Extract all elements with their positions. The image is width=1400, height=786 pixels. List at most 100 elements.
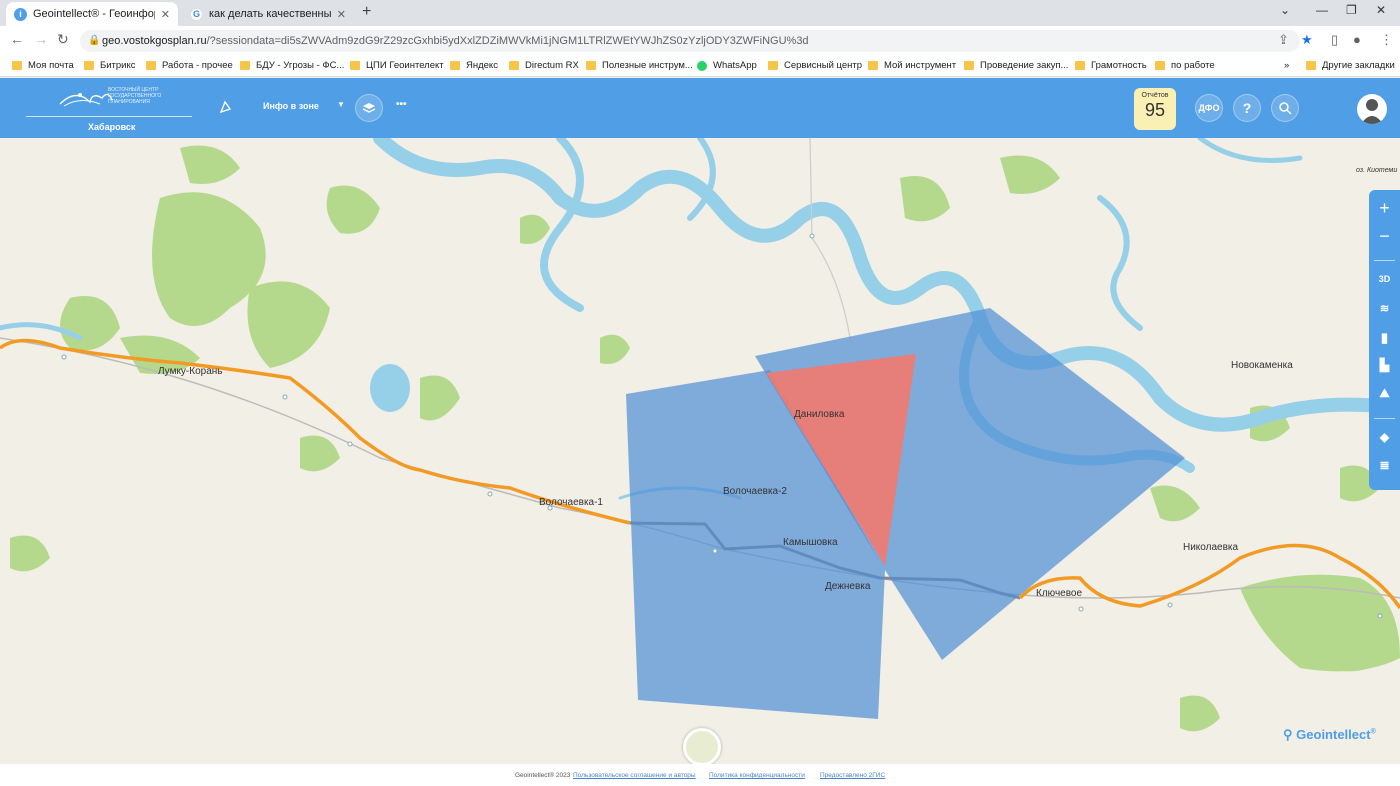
- zoom-in-button[interactable]: +: [1369, 198, 1400, 219]
- bookmark-item[interactable]: Мой инструмент: [868, 60, 956, 71]
- chevron-down-icon[interactable]: ▼: [337, 100, 345, 109]
- logo-caption: ВОСТОЧНЫЙ ЦЕНТР ГОСУДАРСТВЕННОГО ПЛАНИРО…: [108, 87, 162, 105]
- share-icon[interactable]: ⇪: [1278, 32, 1289, 48]
- minimize-icon[interactable]: —: [1316, 3, 1328, 17]
- google-favicon-icon: G: [190, 7, 203, 21]
- layers-icon: [362, 103, 376, 113]
- place-label: Дежневка: [825, 581, 871, 592]
- bookmark-star-icon[interactable]: ★: [1301, 32, 1313, 48]
- profile-icon[interactable]: ●: [1353, 32, 1361, 47]
- wind-icon[interactable]: ≋: [1369, 302, 1400, 315]
- region-dfo-button[interactable]: ДФО: [1195, 94, 1223, 122]
- toolbar-divider: [1374, 418, 1395, 419]
- bookmark-item[interactable]: Моя почта: [12, 60, 74, 71]
- bookmark-item[interactable]: Грамотность: [1075, 60, 1147, 71]
- search-icon: [1279, 102, 1292, 115]
- folder-icon: [1306, 61, 1316, 70]
- app-header: ВОСТОЧНЫЙ ЦЕНТР ГОСУДАРСТВЕННОГО ПЛАНИРО…: [0, 78, 1400, 138]
- privacy-link[interactable]: Политика конфиденциальности: [709, 772, 805, 779]
- reports-counter[interactable]: Отчётов 95: [1134, 88, 1176, 130]
- place-label: Лумку-Корань: [158, 366, 223, 377]
- url-host: geo.vostokgosplan.ru: [102, 35, 207, 47]
- info-in-zone-button[interactable]: Инфо в зоне: [263, 101, 319, 111]
- user-avatar[interactable]: [1357, 94, 1387, 124]
- search-button[interactable]: [1271, 94, 1299, 122]
- map-tools-panel: + − 3D ≋ ▮ ▙ ⛰ ◆ ≣: [1369, 190, 1400, 490]
- bookmark-item[interactable]: БДУ - Угрозы - ФС...: [240, 60, 344, 71]
- place-label: Камышовка: [783, 537, 838, 548]
- bookmark-item[interactable]: Сервисный центр: [768, 60, 862, 71]
- bookmarks-bar: Моя почта Битрикс Работа - прочее БДУ - …: [0, 55, 1400, 77]
- bookmarks-overflow-icon[interactable]: »: [1284, 60, 1289, 71]
- more-options-icon[interactable]: •••: [396, 99, 407, 110]
- bookmark-item[interactable]: Полезные инструм...: [586, 60, 693, 71]
- back-icon[interactable]: ←: [10, 31, 24, 47]
- tab-google-search[interactable]: G как делать качественные снимк ✕: [182, 2, 354, 26]
- city-selector[interactable]: Хабаровск: [88, 122, 135, 132]
- person-icon: ⚲: [1283, 727, 1293, 742]
- tab-title: как делать качественные снимк: [209, 8, 331, 20]
- folder-icon: [146, 61, 156, 70]
- layers-stack-icon[interactable]: ≣: [1369, 458, 1400, 472]
- zoom-out-button[interactable]: −: [1369, 226, 1400, 247]
- bookmark-item[interactable]: Яндекс: [450, 60, 498, 71]
- other-bookmarks[interactable]: Другие закладки: [1306, 60, 1395, 71]
- place-label: Новокаменка: [1231, 360, 1293, 371]
- close-tab-icon[interactable]: ✕: [161, 8, 170, 21]
- menu-icon[interactable]: ⋮: [1380, 32, 1393, 48]
- footer: Geointellect® 2023 Пользовательское согл…: [0, 764, 1400, 786]
- folder-icon: [350, 61, 360, 70]
- help-button[interactable]: ?: [1233, 94, 1261, 122]
- bookmark-item[interactable]: Проведение закуп...: [964, 60, 1068, 71]
- close-tab-icon[interactable]: ✕: [337, 8, 346, 21]
- mode-3d-button[interactable]: 3D: [1369, 274, 1400, 284]
- url-path: /?sessiondata=di5sZWVAdm9zdG9rZ29zcGxhbi…: [206, 35, 809, 47]
- geointellect-favicon-icon: i: [14, 7, 27, 21]
- folder-icon: [1155, 61, 1165, 70]
- toolbar-divider: [1374, 260, 1395, 261]
- map-svg[interactable]: Лумку-Корань Волочаевка-1 Волочаевка-2 Д…: [0, 138, 1400, 764]
- layers-button[interactable]: [355, 94, 383, 122]
- lake-label: оз. Киотеми: [1356, 167, 1397, 174]
- browser-toolbar: ← → ↻ 🔒 geo.vostokgosplan.ru/?sessiondat…: [0, 26, 1400, 55]
- restore-icon[interactable]: ❐: [1346, 3, 1357, 17]
- place-label: Ключевое: [1036, 588, 1082, 599]
- address-bar[interactable]: 🔒 geo.vostokgosplan.ru/?sessiondata=di5s…: [80, 30, 1300, 52]
- folder-icon: [964, 61, 974, 70]
- reload-icon[interactable]: ↻: [57, 31, 69, 48]
- place-label: Волочаевка-2: [723, 486, 787, 497]
- polygon-draw-icon[interactable]: [218, 100, 232, 114]
- tab-search-icon[interactable]: ⌄: [1280, 3, 1290, 17]
- provider-link[interactable]: Предоставлено 2ГИС: [820, 772, 885, 779]
- folder-icon: [240, 61, 250, 70]
- geointellect-logo: ⚲ Geointellect®: [1283, 727, 1376, 742]
- eraser-icon[interactable]: ◆: [1369, 430, 1400, 444]
- side-panel-icon[interactable]: ▯: [1331, 32, 1338, 48]
- terrain-icon[interactable]: ⛰: [1369, 386, 1400, 401]
- bookmark-item[interactable]: Битрикс: [84, 60, 136, 71]
- bookmark-item[interactable]: WhatsApp: [697, 60, 757, 71]
- traffic-light-icon[interactable]: ▮: [1369, 330, 1400, 346]
- map-canvas[interactable]: Лумку-Корань Волочаевка-1 Волочаевка-2 Д…: [0, 138, 1400, 764]
- folder-icon: [586, 61, 596, 70]
- bookmark-item[interactable]: по работе: [1155, 60, 1215, 71]
- folder-icon: [12, 61, 22, 70]
- forward-icon[interactable]: →: [34, 31, 48, 47]
- lake: [370, 364, 410, 412]
- folder-icon: [450, 61, 460, 70]
- place-label: Даниловка: [794, 409, 845, 420]
- bookmark-item[interactable]: ЦПИ Геоинтелект: [350, 60, 444, 71]
- new-tab-icon[interactable]: +: [362, 3, 371, 21]
- close-window-icon[interactable]: ✕: [1376, 3, 1386, 17]
- reports-label: Отчётов: [1141, 92, 1169, 99]
- factory-icon[interactable]: ▙: [1369, 358, 1400, 372]
- bookmark-item[interactable]: Работа - прочее: [146, 60, 233, 71]
- folder-icon: [868, 61, 878, 70]
- bookmark-item[interactable]: Directum RX: [509, 60, 579, 71]
- logo-divider: [26, 116, 192, 117]
- terms-link[interactable]: Пользовательское соглашение и авторы: [573, 772, 696, 779]
- minimap-button[interactable]: [683, 728, 721, 766]
- tab-geointellect[interactable]: i Geointellect® - Геоинформацио ✕: [6, 2, 178, 26]
- tab-title: Geointellect® - Геоинформацио: [33, 8, 155, 20]
- folder-icon: [768, 61, 778, 70]
